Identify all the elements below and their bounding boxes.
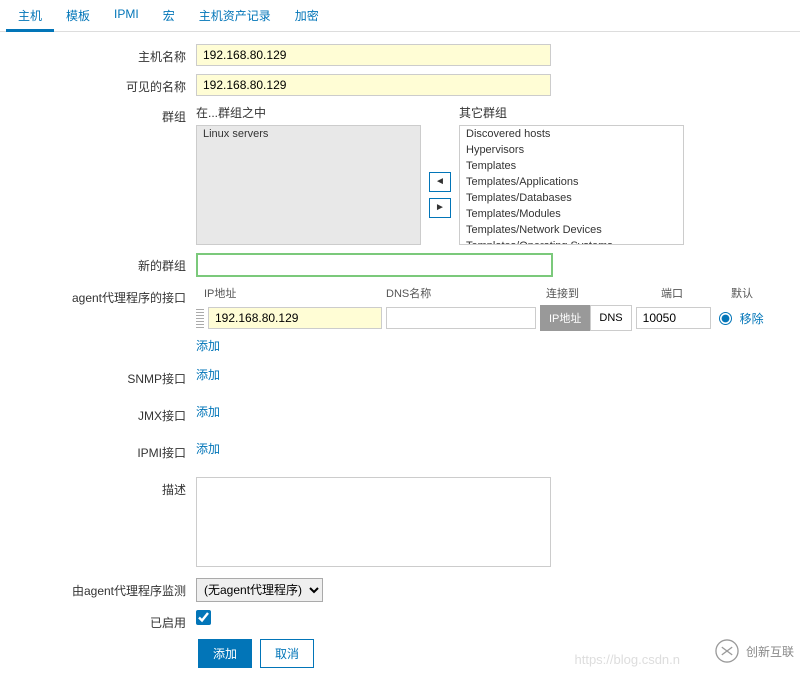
add-snmp-interface-link[interactable]: 添加 [196, 368, 220, 382]
description-label: 描述 [8, 477, 196, 498]
tab-template[interactable]: 模板 [54, 0, 102, 31]
watermark: 创新互联 [714, 638, 794, 664]
in-groups-label: 在...群组之中 [196, 104, 421, 121]
add-agent-interface-link[interactable]: 添加 [196, 337, 220, 354]
header-dns: DNS名称 [386, 285, 546, 301]
other-groups-listbox[interactable]: Discovered hosts Hypervisors Templates T… [459, 125, 684, 245]
groups-label: 群组 [8, 104, 196, 125]
add-ipmi-interface-link[interactable]: 添加 [196, 442, 220, 456]
enabled-label: 已启用 [8, 610, 196, 631]
connect-ip-button[interactable]: IP地址 [540, 305, 590, 331]
agent-interface-label: agent代理程序的接口 [8, 285, 196, 306]
list-item[interactable]: Templates/Operating Systems [460, 238, 683, 245]
port-input[interactable] [636, 307, 711, 329]
watermark-url: https://blog.csdn.n [574, 652, 680, 667]
tabs-bar: 主机 模板 IPMI 宏 主机资产记录 加密 [0, 0, 800, 32]
list-item[interactable]: Templates/Databases [460, 190, 683, 206]
host-name-label: 主机名称 [8, 44, 196, 65]
other-groups-label: 其它群组 [459, 104, 684, 121]
connect-to-toggle: IP地址 DNS [540, 305, 632, 331]
ipmi-interface-label: IPMI接口 [8, 440, 196, 461]
list-item[interactable]: Hypervisors [460, 142, 683, 158]
tab-encryption[interactable]: 加密 [283, 0, 331, 31]
monitored-by-label: 由agent代理程序监测 [8, 578, 196, 599]
tab-inventory[interactable]: 主机资产记录 [187, 0, 283, 31]
list-item[interactable]: Templates/Network Devices [460, 222, 683, 238]
default-interface-radio[interactable] [719, 312, 732, 325]
host-name-input[interactable] [196, 44, 551, 66]
tab-host[interactable]: 主机 [6, 0, 54, 31]
tab-ipmi[interactable]: IPMI [102, 0, 151, 31]
tab-macro[interactable]: 宏 [151, 0, 187, 31]
description-textarea[interactable] [196, 477, 551, 567]
list-item[interactable]: Linux servers [197, 126, 420, 142]
connect-dns-button[interactable]: DNS [590, 305, 631, 331]
proxy-select[interactable]: (无agent代理程序) [196, 578, 323, 602]
ip-address-input[interactable] [208, 307, 382, 329]
list-item[interactable]: Templates/Applications [460, 174, 683, 190]
submit-button[interactable]: 添加 [198, 639, 252, 668]
enabled-checkbox[interactable] [196, 610, 211, 625]
header-connect: 连接到 [546, 285, 661, 301]
jmx-label: JMX接口 [8, 403, 196, 424]
list-item[interactable]: Discovered hosts [460, 126, 683, 142]
add-jmx-interface-link[interactable]: 添加 [196, 405, 220, 419]
move-right-button[interactable]: ► [429, 198, 451, 218]
form-body: 主机名称 可见的名称 群组 在...群组之中 Linux servers ◄ ►… [0, 32, 800, 680]
remove-interface-link[interactable]: 移除 [740, 310, 764, 327]
header-default: 默认 [731, 285, 781, 301]
new-group-label: 新的群组 [8, 253, 196, 274]
snmp-label: SNMP接口 [8, 366, 196, 387]
visible-name-input[interactable] [196, 74, 551, 96]
list-item[interactable]: Templates/Modules [460, 206, 683, 222]
dns-name-input[interactable] [386, 307, 536, 329]
list-item[interactable]: Templates [460, 158, 683, 174]
logo-icon [714, 638, 740, 664]
header-port: 端口 [661, 285, 731, 301]
cancel-button[interactable]: 取消 [260, 639, 314, 668]
visible-name-label: 可见的名称 [8, 74, 196, 95]
drag-handle-icon[interactable] [196, 308, 204, 328]
move-left-button[interactable]: ◄ [429, 172, 451, 192]
watermark-brand: 创新互联 [746, 643, 794, 660]
in-groups-listbox[interactable]: Linux servers [196, 125, 421, 245]
header-ip: IP地址 [196, 285, 386, 301]
new-group-input[interactable] [196, 253, 553, 277]
